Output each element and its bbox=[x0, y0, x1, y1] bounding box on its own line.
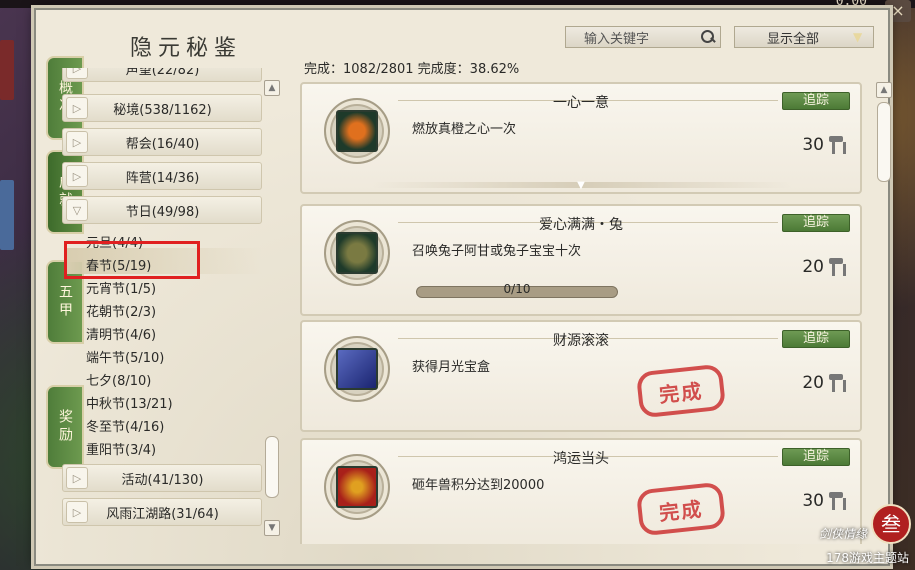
track-button[interactable]: 追踪 bbox=[782, 214, 850, 232]
achievement-card: 鸿运当头 砸年兽积分达到20000 追踪 30 完成 bbox=[300, 438, 862, 544]
search-input[interactable]: 输入关键字 bbox=[565, 26, 721, 48]
points-icon bbox=[826, 372, 846, 394]
list-scroll-up-button[interactable]: ▲ bbox=[264, 80, 280, 96]
points-icon bbox=[826, 256, 846, 278]
window-title: 隐元秘鉴 bbox=[130, 36, 243, 61]
completion-summary: 完成：1082/2801 完成度：38.62% bbox=[304, 62, 520, 77]
category-dungeon[interactable]: ▷ 秘境(538/1162) bbox=[62, 94, 262, 122]
track-button[interactable]: 追踪 bbox=[782, 448, 850, 466]
category-reputation[interactable]: ▷ 声望(22/82) bbox=[62, 68, 262, 82]
track-button[interactable]: 追踪 bbox=[782, 330, 850, 348]
sub-item-flower[interactable]: 花朝节(2/3) bbox=[86, 301, 156, 320]
side-decoration bbox=[0, 180, 14, 250]
category-events[interactable]: ▷ 活动(41/130) bbox=[62, 464, 262, 492]
filter-dropdown[interactable]: 显示全部 ▼ bbox=[734, 26, 874, 48]
expand-arrow-icon[interactable]: ▼ bbox=[571, 180, 591, 191]
side-decoration bbox=[0, 40, 14, 100]
points-icon bbox=[826, 134, 846, 156]
points-icon bbox=[826, 490, 846, 512]
sub-item-mid-autumn[interactable]: 中秋节(13/21) bbox=[86, 393, 173, 412]
triangle-right-icon: ▷ bbox=[66, 165, 88, 187]
triangle-right-icon: ▷ bbox=[66, 68, 88, 79]
completed-stamp: 完成 bbox=[635, 363, 727, 419]
site-logo: 叁 bbox=[871, 504, 911, 544]
list-scrollbar-thumb[interactable] bbox=[265, 436, 279, 498]
triangle-right-icon: ▷ bbox=[66, 467, 88, 489]
category-list: ▷ 声望(22/82) ▷ 秘境(538/1162) ▷ 帮会(16/40) ▷… bbox=[62, 68, 262, 538]
category-guild[interactable]: ▷ 帮会(16/40) bbox=[62, 128, 262, 156]
nian-beast-icon bbox=[336, 466, 378, 508]
sub-item-winter-solstice[interactable]: 冬至节(4/16) bbox=[86, 416, 164, 435]
top-bar bbox=[0, 0, 915, 8]
moonlight-box-icon bbox=[336, 348, 378, 390]
achievements-scrollbar-thumb[interactable] bbox=[877, 102, 891, 182]
category-festival[interactable]: ▽ 节日(49/98) bbox=[62, 196, 262, 224]
category-faction[interactable]: ▷ 阵营(14/36) bbox=[62, 162, 262, 190]
achievements-scroll-up-button[interactable]: ▲ bbox=[876, 82, 892, 98]
triangle-down-icon: ▽ bbox=[66, 199, 88, 221]
rabbit-jar-icon bbox=[336, 232, 378, 274]
sub-item-double-ninth[interactable]: 重阳节(3/4) bbox=[86, 439, 156, 458]
sub-item-qixi[interactable]: 七夕(8/10) bbox=[86, 370, 151, 389]
completed-stamp: 完成 bbox=[635, 481, 727, 537]
site-watermark: 178游戏主题站 bbox=[826, 551, 909, 565]
points-value: 30 bbox=[802, 490, 846, 512]
progress-text: 0/10 bbox=[503, 282, 531, 296]
achievement-card: 财源滚滚 获得月光宝盒 追踪 20 完成 bbox=[300, 320, 862, 432]
orange-heart-icon bbox=[336, 110, 378, 152]
points-value: 30 bbox=[802, 134, 846, 156]
sub-item-qingming[interactable]: 清明节(4/6) bbox=[86, 324, 156, 343]
achievement-card: 一心一意 燃放真橙之心一次 追踪 30 ▼ bbox=[300, 82, 862, 194]
chevron-down-icon: ▼ bbox=[853, 30, 863, 44]
achievement-card: 爱心满满・兔 召唤兔子阿甘或兔子宝宝十次 追踪 20 0/10 bbox=[300, 204, 862, 316]
triangle-right-icon: ▷ bbox=[66, 501, 88, 523]
list-scroll-down-button[interactable]: ▼ bbox=[264, 520, 280, 536]
track-button[interactable]: 追踪 bbox=[782, 92, 850, 110]
sub-item-dragon-boat[interactable]: 端午节(5/10) bbox=[86, 347, 164, 366]
triangle-right-icon: ▷ bbox=[66, 131, 88, 153]
points-value: 20 bbox=[802, 256, 846, 278]
search-icon[interactable] bbox=[699, 28, 717, 46]
points-value: 20 bbox=[802, 372, 846, 394]
triangle-right-icon: ▷ bbox=[66, 97, 88, 119]
achievement-list: 一心一意 燃放真橙之心一次 追踪 30 ▼ 爱心满满・兔 召唤兔子阿甘或兔子宝宝… bbox=[296, 78, 868, 544]
category-jianghu-road[interactable]: ▷ 风雨江湖路(31/64) bbox=[62, 498, 262, 526]
brand-watermark: 剑侠情缘 bbox=[818, 527, 867, 541]
selection-highlight-box bbox=[64, 241, 200, 279]
sub-item-lantern[interactable]: 元宵节(1/5) bbox=[86, 278, 156, 297]
